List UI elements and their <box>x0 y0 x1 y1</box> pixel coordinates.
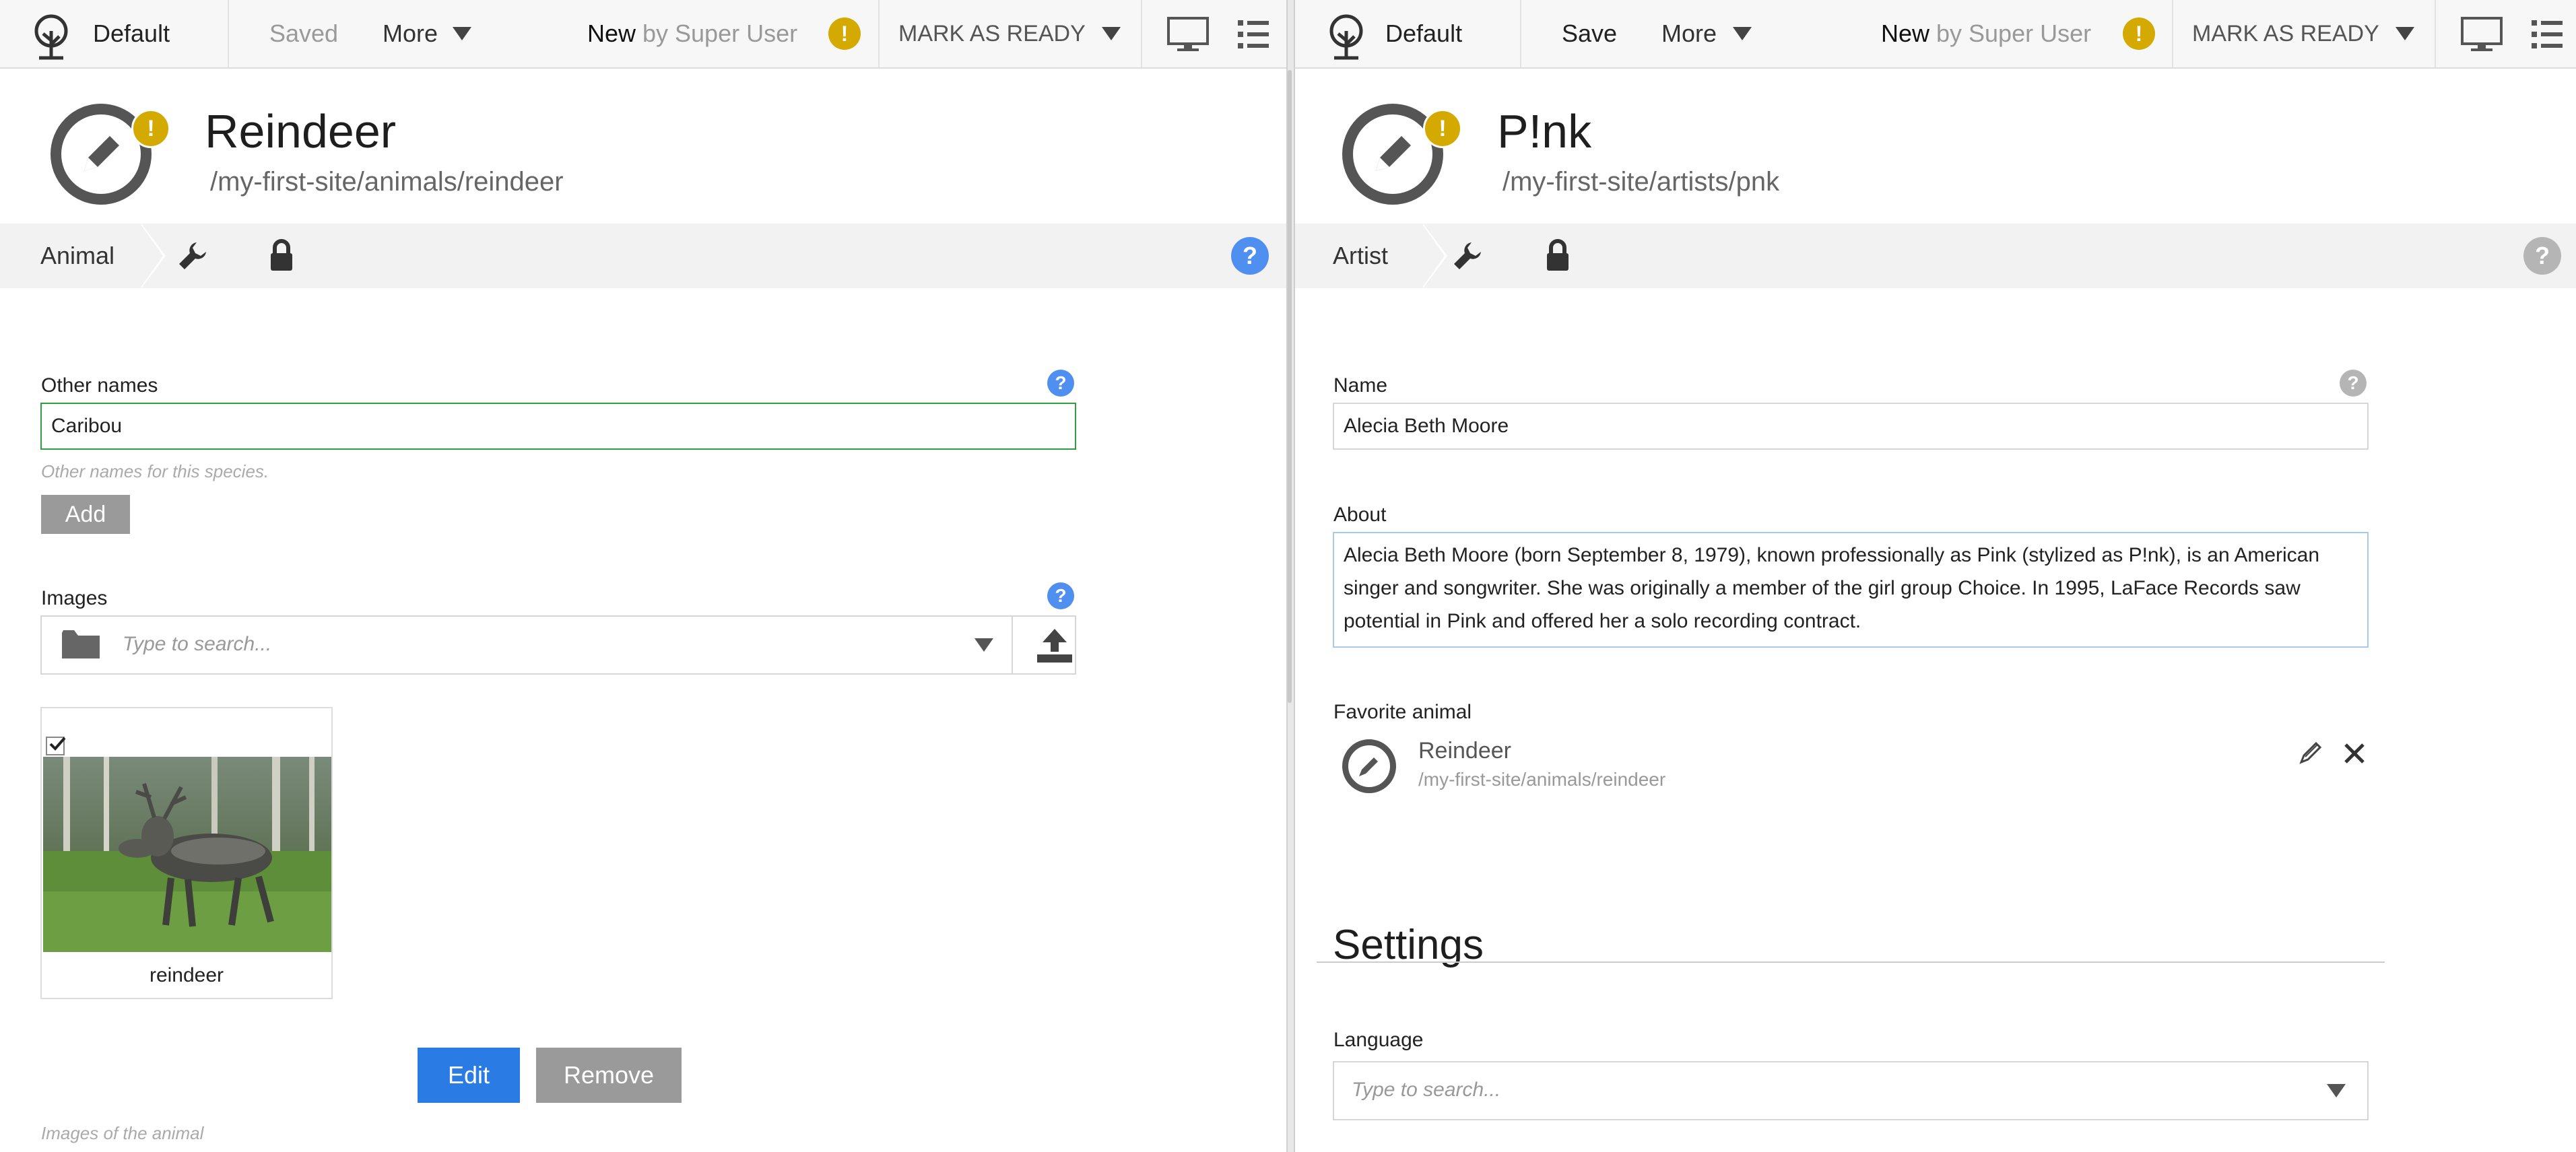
warning-icon[interactable]: ! <box>828 18 861 50</box>
splitter-handle[interactable] <box>1288 70 1292 703</box>
more-dropdown-icon[interactable] <box>453 27 471 40</box>
wrench-icon[interactable] <box>176 240 209 272</box>
about-textarea[interactable]: Alecia Beth Moore (born September 8, 197… <box>1333 532 2369 648</box>
tab-bar: Artist ? <box>1295 224 2576 288</box>
lock-icon[interactable] <box>1544 238 1571 272</box>
help-icon[interactable]: ? <box>1047 370 1074 397</box>
images-dropdown-icon[interactable] <box>975 638 993 652</box>
list-view-icon[interactable] <box>2532 19 2563 50</box>
other-names-label: Other names <box>41 374 158 397</box>
right-editor-pane: Default Save More New by Super User ! MA… <box>1295 0 2576 1152</box>
other-names-input[interactable]: Caribou <box>40 403 1076 450</box>
warning-icon[interactable]: ! <box>2123 18 2155 50</box>
tab-bar: Animal ? <box>0 224 1286 288</box>
help-icon[interactable]: ? <box>2340 370 2367 397</box>
name-label: Name <box>1333 374 1388 397</box>
pencil-icon <box>1376 136 1411 171</box>
favorite-animal-title[interactable]: Reindeer <box>1418 738 1511 764</box>
app-logo-icon[interactable] <box>1321 9 1372 61</box>
help-icon[interactable]: ? <box>1047 582 1074 609</box>
more-button[interactable]: More <box>1661 0 1717 67</box>
app-logo-icon[interactable] <box>26 9 77 61</box>
pencil-icon <box>84 136 119 171</box>
edit-image-button[interactable]: Edit <box>418 1048 520 1103</box>
preview-monitor-icon[interactable] <box>1166 16 1210 53</box>
reference-icon <box>1342 739 1396 793</box>
language-search-input[interactable]: Type to search... <box>1352 1079 1500 1102</box>
remove-close-icon[interactable] <box>2343 742 2366 765</box>
status-label: New <box>587 20 636 47</box>
page-path: /my-first-site/artists/pnk <box>1502 167 1780 197</box>
status-label: New <box>1881 20 1930 47</box>
images-label: Images <box>41 587 108 609</box>
page-title: Reindeer <box>205 105 397 158</box>
help-icon[interactable]: ? <box>2523 237 2561 275</box>
save-button[interactable]: Save <box>1562 0 1617 67</box>
checkmark-icon <box>49 737 66 751</box>
name-input[interactable]: Alecia Beth Moore <box>1333 403 2369 450</box>
workflow-dropdown-icon[interactable] <box>1102 27 1121 40</box>
divider <box>1141 0 1142 67</box>
images-hint: Images of the animal <box>41 1123 204 1143</box>
saved-button[interactable]: Saved <box>269 0 338 67</box>
tab-animal[interactable]: Animal <box>0 224 141 288</box>
left-editor-pane: Default Saved More New by Super User ! M… <box>0 0 1286 1152</box>
mark-as-ready-button[interactable]: MARK AS READY <box>2192 0 2379 67</box>
reindeer-thumbnail <box>43 757 331 952</box>
language-label: Language <box>1333 1029 1424 1051</box>
images-search-input[interactable]: Type to search... <box>123 633 271 656</box>
divider <box>878 0 880 67</box>
lock-icon[interactable] <box>268 238 295 272</box>
divider <box>228 0 229 67</box>
tab-separator <box>140 224 163 288</box>
workflow-dropdown-icon[interactable] <box>2396 27 2414 40</box>
pencil-icon <box>1359 757 1378 776</box>
toolbar: Default Saved More New by Super User ! M… <box>0 0 1286 69</box>
warning-badge-icon: ! <box>131 109 170 148</box>
divider <box>1317 961 2385 963</box>
toolbar: Default Save More New by Super User ! MA… <box>1295 0 2576 69</box>
list-view-icon[interactable] <box>1238 19 1269 50</box>
image-tile[interactable]: reindeer <box>40 707 333 999</box>
language-combobox[interactable]: Type to search... <box>1333 1061 2369 1120</box>
upload-icon[interactable] <box>1036 628 1074 664</box>
project-name[interactable]: Default <box>93 0 170 67</box>
tab-separator <box>1422 224 1445 288</box>
add-button[interactable]: Add <box>41 495 130 534</box>
language-dropdown-icon[interactable] <box>2327 1084 2346 1097</box>
more-dropdown-icon[interactable] <box>1733 27 1752 40</box>
page-path: /my-first-site/animals/reindeer <box>210 167 564 197</box>
favorite-animal-path: /my-first-site/animals/reindeer <box>1418 769 1666 790</box>
tab-artist[interactable]: Artist <box>1295 224 1423 288</box>
divider <box>2435 0 2436 67</box>
favorite-animal-label: Favorite animal <box>1333 701 1472 723</box>
status-author: by Super User <box>642 20 798 47</box>
other-names-hint: Other names for this species. <box>41 461 269 481</box>
folder-icon[interactable] <box>62 629 100 660</box>
project-name[interactable]: Default <box>1385 0 1462 67</box>
wrench-icon[interactable] <box>1451 240 1484 272</box>
divider <box>1520 0 1521 67</box>
more-button[interactable]: More <box>383 0 438 67</box>
divider <box>2172 0 2173 67</box>
warning-badge-icon: ! <box>1423 109 1462 148</box>
edit-pencil-icon[interactable] <box>2297 739 2324 766</box>
page-title: P!nk <box>1497 105 1592 158</box>
about-label: About <box>1333 504 1387 526</box>
images-combobox[interactable]: Type to search... <box>40 615 1076 675</box>
mark-as-ready-button[interactable]: MARK AS READY <box>898 0 1086 67</box>
image-select-checkbox[interactable] <box>46 737 66 755</box>
help-icon[interactable]: ? <box>1231 237 1269 275</box>
image-caption: reindeer <box>149 964 224 986</box>
preview-monitor-icon[interactable] <box>2460 16 2503 53</box>
status-author: by Super User <box>1936 20 2092 47</box>
divider <box>1012 617 1013 673</box>
remove-image-button[interactable]: Remove <box>536 1048 682 1103</box>
